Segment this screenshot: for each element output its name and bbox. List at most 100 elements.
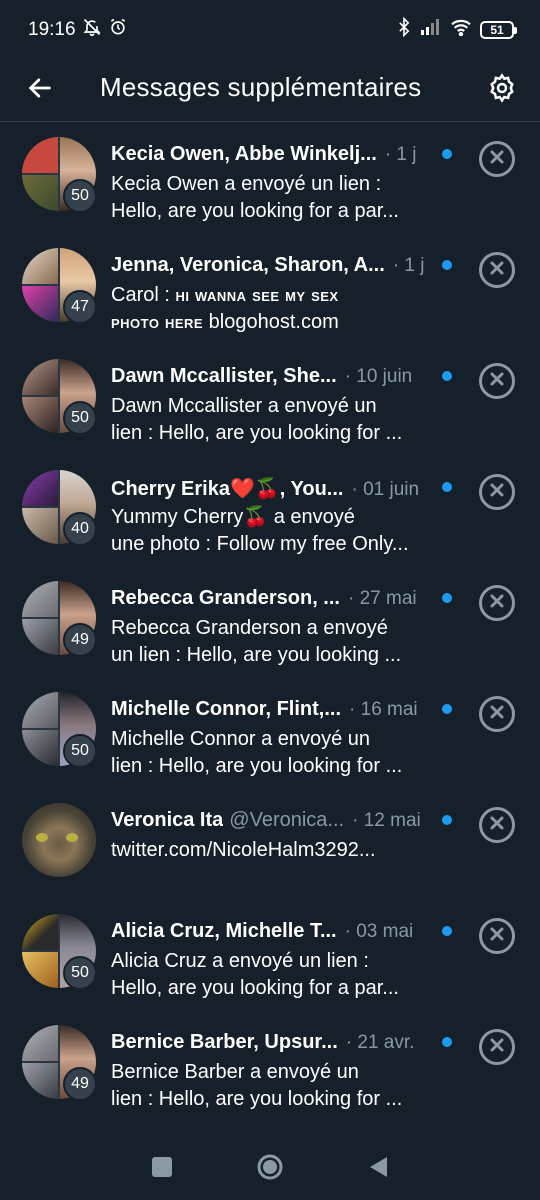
conversation-row[interactable]: 50 Dawn Mccallister, She... · 10 juin Da…	[0, 345, 540, 456]
conversation-time: · 01 juin	[351, 479, 420, 500]
conversation-time: · 16 mai	[349, 699, 418, 720]
alarm-icon	[108, 17, 128, 43]
preview-line: Yummy Cherry🍒 a envoyé	[111, 506, 355, 528]
back-button[interactable]	[22, 72, 58, 108]
avatar-tile	[22, 508, 58, 544]
unread-dot	[442, 926, 452, 936]
triangle-back-icon[interactable]	[367, 1155, 389, 1184]
unread-dot	[442, 1037, 452, 1047]
preview-line: Michelle Connor a envoyé un	[111, 728, 371, 750]
dismiss-button[interactable]	[479, 807, 515, 843]
avatar-tile	[22, 359, 58, 395]
conversation-time: · 1 j	[392, 255, 425, 276]
avatar-tile	[22, 397, 58, 433]
bell-muted-icon	[82, 17, 102, 43]
dismiss-button[interactable]	[479, 474, 515, 510]
member-count-badge: 50	[63, 956, 97, 990]
status-left: 19:16	[28, 17, 128, 43]
preview-line: lien : Hello, are you looking for ...	[111, 755, 403, 777]
preview-line: lien : Hello, are you looking for ...	[111, 422, 403, 444]
conversation-name: Kecia Owen, Abbe Winkelj...	[111, 143, 377, 165]
message-preview: Alicia Cruz a envoyé un lien : Hello, ar…	[111, 948, 421, 1002]
conversation-header: Alicia Cruz, Michelle T... · 03 mai	[111, 920, 441, 946]
dismiss-button[interactable]	[479, 141, 515, 177]
conversation-header: Veronica Ita @Veronica... · 12 mai	[111, 809, 441, 835]
member-count-badge: 40	[63, 512, 97, 546]
dismiss-button[interactable]	[479, 1029, 515, 1065]
cat-eye	[36, 833, 48, 842]
unread-dot	[442, 815, 452, 825]
conversation-name: Cherry Erika❤️🍒, You...	[111, 478, 344, 500]
conversation-row[interactable]: 50 Kecia Owen, Abbe Winkelj... · 1 j Kec…	[0, 123, 540, 234]
conversation-name: Rebecca Granderson, ...	[111, 587, 340, 609]
preview-line: twitter.com/NicoleHalm3292...	[111, 839, 376, 861]
message-preview: Bernice Barber a envoyé un lien : Hello,…	[111, 1059, 421, 1113]
avatar-tile	[22, 470, 58, 506]
message-preview: Rebecca Granderson a envoyé un lien : He…	[111, 615, 421, 669]
circle-home-icon[interactable]	[256, 1153, 284, 1186]
preview-line: lien : Hello, are you looking for ...	[111, 1088, 403, 1110]
conversation-row[interactable]: Veronica Ita @Veronica... · 12 mai twitt…	[0, 789, 540, 900]
avatar-tile	[22, 286, 58, 322]
avatar-tile	[22, 619, 58, 655]
conversation-header: Cherry Erika❤️🍒, You... · 01 juin	[111, 476, 441, 502]
member-count-badge: 47	[63, 290, 97, 324]
conversation-header: Bernice Barber, Upsur... · 21 avr.	[111, 1031, 441, 1057]
conversation-header: Michelle Connor, Flint,... · 16 mai	[111, 698, 441, 724]
dismiss-button[interactable]	[479, 363, 515, 399]
conversation-handle: @Veronica...	[229, 809, 345, 831]
settings-button[interactable]	[482, 70, 522, 110]
close-icon	[489, 149, 505, 170]
conversation-row[interactable]: 50 Michelle Connor, Flint,... · 16 mai M…	[0, 678, 540, 789]
app-header: Messages supplémentaires	[0, 60, 540, 122]
square-icon[interactable]	[151, 1156, 173, 1183]
conversation-time: · 10 juin	[344, 366, 413, 387]
signal-icon	[420, 18, 442, 42]
user-avatar[interactable]	[22, 803, 96, 877]
avatar-tile	[22, 914, 58, 950]
avatar-tile	[22, 137, 58, 173]
cat-eye	[66, 833, 78, 842]
arrow-left-icon	[26, 74, 54, 107]
unread-dot	[442, 704, 452, 714]
conversation-row[interactable]: 47 Jenna, Veronica, Sharon, A... · 1 j C…	[0, 234, 540, 345]
preview-line: une photo : Follow my free Only...	[111, 533, 409, 555]
member-count-badge: 49	[63, 623, 97, 657]
close-icon	[489, 593, 505, 614]
conversation-row[interactable]: 49 Rebecca Granderson, ... · 27 mai Rebe…	[0, 567, 540, 678]
preview-line: Kecia Owen a envoyé un lien :	[111, 173, 382, 195]
avatar-tile	[22, 581, 58, 617]
avatar-tile	[22, 1025, 58, 1061]
system-navigation-bar	[0, 1138, 540, 1200]
bluetooth-icon	[396, 16, 412, 43]
conversation-name: Dawn Mccallister, She...	[111, 365, 337, 387]
dismiss-button[interactable]	[479, 585, 515, 621]
conversation-header: Dawn Mccallister, She... · 10 juin	[111, 365, 441, 391]
status-right: 51	[396, 16, 517, 43]
gear-icon	[487, 72, 517, 108]
preview-line: Dawn Mccallister a envoyé un	[111, 395, 377, 417]
member-count-badge: 50	[63, 401, 97, 435]
conversation-row[interactable]: 40 Cherry Erika❤️🍒, You... · 01 juin Yum…	[0, 456, 540, 567]
conversation-time: · 1 j	[384, 144, 417, 165]
preview-text: blogohost.com	[203, 311, 339, 333]
dismiss-button[interactable]	[479, 252, 515, 288]
conversation-name: Bernice Barber, Upsur...	[111, 1031, 338, 1053]
avatar-tile	[22, 730, 58, 766]
preview-line: Rebecca Granderson a envoyé	[111, 617, 388, 639]
conversation-row[interactable]: 50 Alicia Cruz, Michelle T... · 03 mai A…	[0, 900, 540, 1011]
conversation-header: Jenna, Veronica, Sharon, A... · 1 j	[111, 254, 441, 280]
close-icon	[489, 371, 505, 392]
avatar-tile	[22, 952, 58, 988]
message-preview: Kecia Owen a envoyé un lien : Hello, are…	[111, 171, 421, 225]
status-bar: 19:16 51	[0, 0, 540, 60]
dismiss-button[interactable]	[479, 696, 515, 732]
conversation-row[interactable]: 49 Bernice Barber, Upsur... · 21 avr. Be…	[0, 1011, 540, 1122]
preview-line: Carol : hi wanna see my sex	[111, 282, 421, 309]
preview-text-stylized: photo here	[111, 312, 204, 332]
dismiss-button[interactable]	[479, 918, 515, 954]
conversation-header: Rebecca Granderson, ... · 27 mai	[111, 587, 441, 613]
preview-sender: Carol :	[111, 284, 176, 306]
close-icon	[489, 704, 505, 725]
avatar-tile	[22, 692, 58, 728]
